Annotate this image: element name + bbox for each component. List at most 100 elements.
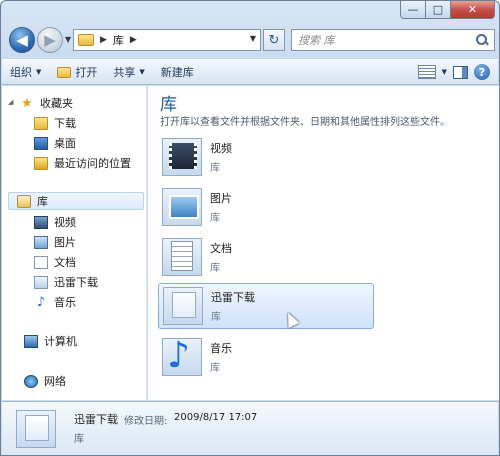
library-name: 视频 xyxy=(210,142,232,155)
nav-label: 最近访问的位置 xyxy=(54,157,131,170)
library-name: 迅雷下载 xyxy=(211,291,255,304)
collapse-favorites-icon[interactable]: ◢ xyxy=(8,98,13,106)
chevron-down-icon: ▼ xyxy=(36,68,42,76)
navigation-pane: ◢ ★ 收藏夹 下载 桌面 最近访问的位置 库 视频 图片 文档 迅雷下载 ♪ … xyxy=(2,86,147,400)
details-modified-label: 修改日期: xyxy=(124,416,168,427)
library-name: 文档 xyxy=(210,242,232,255)
desktop-icon xyxy=(34,136,48,150)
address-dropdown-icon[interactable]: ▼ xyxy=(250,34,256,43)
nav-item-downloads[interactable]: 下载 xyxy=(34,114,76,132)
chevron-down-icon: ▼ xyxy=(139,68,145,76)
nav-label: 桌面 xyxy=(54,137,76,150)
music-note-icon: ♪ xyxy=(36,294,46,310)
history-dropdown-icon[interactable]: ▼ xyxy=(65,35,71,44)
xunlei-library-icon xyxy=(34,275,48,289)
network-icon xyxy=(24,374,38,388)
navigation-bar: ◀ ▶ ▼ ▶ 库 ▶ ▼ ↻ 搜索 库 xyxy=(7,25,495,57)
library-type: 库 xyxy=(210,263,220,274)
page-subtitle: 打开库以查看文件并根据文件夹、日期和其他属性排列这些文件。 xyxy=(160,117,450,128)
details-modified-value: 2009/8/17 17:07 xyxy=(174,412,258,423)
change-view-icon[interactable] xyxy=(417,65,436,79)
nav-item-video[interactable]: 视频 xyxy=(34,213,76,231)
nav-item-desktop[interactable]: 桌面 xyxy=(34,134,76,152)
video-library-icon xyxy=(162,138,202,176)
nav-item-music[interactable]: ♪ 音乐 xyxy=(34,293,76,311)
nav-label: 下载 xyxy=(54,117,76,130)
details-pane: 迅雷下载 修改日期: 2009/8/17 17:07 库 xyxy=(2,401,498,455)
nav-item-network[interactable]: 网络 xyxy=(24,372,66,390)
documents-library-icon xyxy=(162,238,202,276)
library-icon xyxy=(78,34,94,46)
open-label: 打开 xyxy=(75,66,98,79)
command-bar: 组织 ▼ 打开 共享 ▼ 新建库 ▼ ? xyxy=(2,59,498,85)
forward-button[interactable]: ▶ xyxy=(37,27,63,53)
nav-item-recent[interactable]: 最近访问的位置 xyxy=(34,154,131,172)
nav-item-libraries[interactable]: 库 xyxy=(8,192,144,210)
nav-item-xunlei[interactable]: 迅雷下载 xyxy=(34,273,98,291)
page-title: 库 xyxy=(160,95,177,115)
library-type: 库 xyxy=(210,363,220,374)
help-icon[interactable]: ? xyxy=(474,64,490,80)
view-dropdown-icon[interactable]: ▼ xyxy=(442,68,447,76)
libraries-icon xyxy=(17,194,31,208)
library-content: 库 打开库以查看文件并根据文件夹、日期和其他属性排列这些文件。 视频 库 图片 … xyxy=(148,86,499,400)
nav-label: 音乐 xyxy=(54,296,76,309)
nav-label: 图片 xyxy=(54,236,76,249)
computer-icon xyxy=(24,334,38,348)
nav-label: 计算机 xyxy=(44,335,77,348)
library-type: 库 xyxy=(210,163,220,174)
downloads-folder-icon xyxy=(34,116,48,130)
pictures-library-icon xyxy=(162,188,202,226)
library-item-video[interactable]: 视频 库 xyxy=(158,134,374,180)
search-placeholder: 搜索 库 xyxy=(298,34,335,47)
back-button[interactable]: ◀ xyxy=(9,27,35,53)
organize-button[interactable]: 组织 ▼ xyxy=(2,61,49,83)
share-label: 共享 xyxy=(113,66,136,79)
share-button[interactable]: 共享 ▼ xyxy=(105,61,152,83)
details-type: 库 xyxy=(74,434,84,445)
pictures-library-icon xyxy=(34,235,48,249)
nav-label: 收藏夹 xyxy=(40,97,73,110)
new-library-button[interactable]: 新建库 xyxy=(153,61,202,83)
search-input[interactable]: 搜索 库 xyxy=(291,29,495,51)
library-name: 图片 xyxy=(210,192,232,205)
documents-library-icon xyxy=(34,255,48,269)
nav-item-computer[interactable]: 计算机 xyxy=(24,332,77,350)
minimize-button[interactable]: — xyxy=(400,1,426,19)
open-folder-icon xyxy=(57,66,72,78)
library-item-pictures[interactable]: 图片 库 xyxy=(158,184,374,230)
breadcrumb-separator-icon[interactable]: ▶ xyxy=(100,35,107,45)
music-library-icon xyxy=(162,335,202,376)
nav-label: 视频 xyxy=(54,216,76,229)
nav-label: 网络 xyxy=(44,375,66,388)
star-icon: ★ xyxy=(21,95,33,111)
library-item-xunlei[interactable]: 迅雷下载 库 xyxy=(158,283,374,329)
refresh-button[interactable]: ↻ xyxy=(263,29,285,51)
library-item-documents[interactable]: 文档 库 xyxy=(158,234,374,280)
preview-pane-icon[interactable] xyxy=(453,65,468,79)
close-button[interactable]: ✕ xyxy=(451,1,495,19)
xunlei-library-icon xyxy=(163,287,203,325)
breadcrumb-chevron-icon[interactable]: ▶ xyxy=(130,35,137,45)
library-item-music[interactable]: 音乐 库 xyxy=(158,334,374,380)
library-name: 音乐 xyxy=(210,342,232,355)
open-button[interactable]: 打开 xyxy=(49,61,105,83)
details-name: 迅雷下载 xyxy=(74,413,118,426)
nav-label: 库 xyxy=(37,195,48,208)
address-bar[interactable]: ▶ 库 ▶ ▼ xyxy=(73,29,261,51)
organize-label: 组织 xyxy=(10,66,32,79)
search-icon[interactable] xyxy=(476,34,488,46)
nav-label: 文档 xyxy=(54,256,76,269)
breadcrumb-library[interactable]: 库 xyxy=(113,32,124,48)
nav-item-documents[interactable]: 文档 xyxy=(34,253,76,271)
new-library-label: 新建库 xyxy=(160,66,194,79)
explorer-window: — □ ✕ ◀ ▶ ▼ ▶ 库 ▶ ▼ ↻ 搜索 库 组织 ▼ 打开 共享 ▼ … xyxy=(0,0,500,456)
library-type: 库 xyxy=(210,213,220,224)
window-controls: — □ ✕ xyxy=(400,1,495,19)
recent-places-icon xyxy=(34,156,48,170)
video-library-icon xyxy=(34,215,48,229)
nav-item-pictures[interactable]: 图片 xyxy=(34,233,76,251)
nav-label: 迅雷下载 xyxy=(54,276,98,289)
maximize-button[interactable]: □ xyxy=(426,1,451,19)
nav-item-favorites[interactable]: ★ 收藏夹 xyxy=(20,94,73,112)
